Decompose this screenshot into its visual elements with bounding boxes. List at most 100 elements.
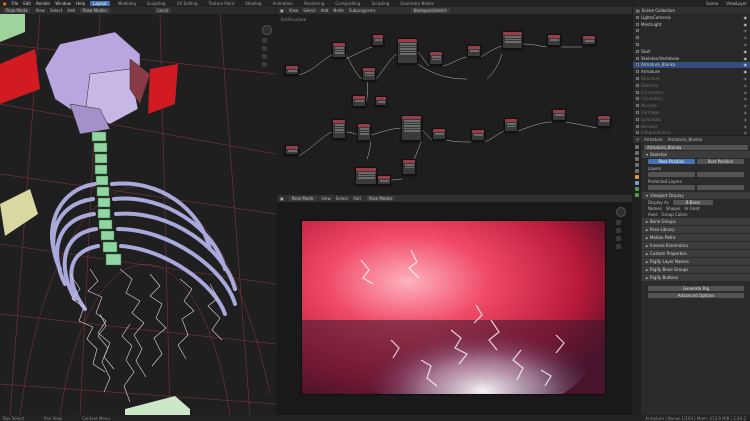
- node-18[interactable]: [471, 129, 485, 141]
- bone-tab-icon[interactable]: [635, 193, 639, 197]
- panel-collapsed[interactable]: ▸ Pose Library: [642, 226, 750, 233]
- exclude-checkbox[interactable]: [636, 83, 639, 87]
- exclude-checkbox[interactable]: [636, 111, 639, 115]
- outliner-item[interactable]: Structure ◉: [633, 75, 750, 82]
- tab-rendering[interactable]: Rendering: [301, 1, 327, 6]
- tab-uv-editing[interactable]: UV Editing: [174, 1, 201, 6]
- menu-window[interactable]: Window: [55, 1, 71, 6]
- visibility-eye-icon[interactable]: ◉: [744, 76, 750, 81]
- outliner-item[interactable]: Connectors ◉: [633, 89, 750, 96]
- node-9[interactable]: [547, 34, 561, 46]
- render-view[interactable]: ▣ Pose Mode View Select Add Pose Modes: [277, 195, 632, 415]
- node-10[interactable]: [582, 35, 596, 45]
- exclude-checkbox[interactable]: [636, 97, 639, 101]
- outliner-item[interactable]: Armature_Blanka ◉: [633, 61, 750, 69]
- node-22[interactable]: [355, 167, 377, 185]
- properties-editor[interactable]: ⚲ Armature Armature_Blanka Armature_Blan…: [633, 136, 750, 415]
- outliner-item[interactable]: Skull ◉: [633, 48, 750, 55]
- editor-type-icon[interactable]: ▣: [280, 196, 284, 201]
- node-24[interactable]: [402, 159, 416, 175]
- visibility-eye-icon[interactable]: ◉: [744, 103, 750, 108]
- advanced-options-button[interactable]: Advanced Options: [648, 293, 744, 298]
- node-21[interactable]: [597, 115, 611, 127]
- names-checkbox[interactable]: Names: [648, 206, 662, 211]
- menu-render[interactable]: Render: [36, 1, 50, 6]
- tool-tab-icon[interactable]: [635, 145, 639, 149]
- zoom-icon[interactable]: [262, 38, 267, 43]
- transform-orientation-dropdown[interactable]: Local: [154, 8, 171, 13]
- outliner-item[interactable]: Integumentary ◉: [633, 130, 750, 135]
- protected-grid-right[interactable]: [697, 185, 744, 190]
- pan-hand-icon[interactable]: [616, 228, 621, 233]
- outliner-item[interactable]: Nervous ◉: [633, 123, 750, 130]
- tab-compositing[interactable]: Compositing: [332, 1, 363, 6]
- node-5[interactable]: [397, 38, 418, 64]
- outliner-item[interactable]: Cartilage ◉: [633, 109, 750, 116]
- exclude-checkbox[interactable]: [636, 22, 639, 26]
- outliner-item[interactable]: Skeleton ◉: [633, 82, 750, 89]
- exclude-checkbox[interactable]: [636, 124, 639, 128]
- node-2[interactable]: [332, 42, 346, 58]
- visibility-eye-icon[interactable]: ◉: [744, 83, 750, 88]
- generate-rig-button[interactable]: Generate Rig: [648, 286, 744, 291]
- tab-scripting[interactable]: Scripting: [368, 1, 392, 6]
- panel-viewport-display[interactable]: ▾ Viewport Display: [642, 192, 750, 199]
- visibility-eye-icon[interactable]: ◉: [744, 124, 750, 129]
- exclude-checkbox[interactable]: [636, 90, 639, 94]
- display-as-dropdown[interactable]: B-Bone: [672, 199, 713, 205]
- visibility-eye-icon[interactable]: ◉: [744, 49, 750, 54]
- node-16[interactable]: [401, 115, 422, 141]
- node-15[interactable]: [357, 123, 371, 141]
- exclude-checkbox[interactable]: [636, 56, 639, 60]
- menu-edit[interactable]: Edit: [23, 1, 31, 6]
- axes-checkbox[interactable]: Axes: [648, 212, 658, 217]
- node-11[interactable]: [352, 95, 366, 107]
- exclude-checkbox[interactable]: [636, 63, 639, 67]
- visibility-eye-icon[interactable]: ◉: [744, 42, 750, 47]
- exclude-checkbox[interactable]: [636, 29, 639, 33]
- perspective-toggle-icon[interactable]: [616, 244, 621, 249]
- render-menu-select[interactable]: Select: [336, 196, 348, 201]
- outliner-item[interactable]: ◉: [633, 28, 750, 35]
- exclude-checkbox[interactable]: [636, 104, 639, 108]
- visibility-eye-icon[interactable]: ◉: [744, 35, 750, 40]
- render-pose-dropdown[interactable]: Pose Modes: [365, 196, 396, 201]
- render-menu-add[interactable]: Add: [353, 196, 361, 201]
- panel-collapsed[interactable]: ▸ Rigify Bone Groups: [642, 266, 750, 273]
- output-tab-icon[interactable]: [635, 157, 639, 161]
- outliner-item[interactable]: MeshLight ◉: [633, 21, 750, 28]
- navigation-gizmo-icon[interactable]: [262, 25, 272, 35]
- node-7[interactable]: [467, 45, 481, 57]
- visibility-eye-icon[interactable]: ◉: [744, 90, 750, 95]
- visibility-eye-icon[interactable]: ◉: [744, 117, 750, 122]
- tab-geometry-nodes[interactable]: Geometry Nodes: [397, 1, 437, 6]
- node-menu-view[interactable]: View: [289, 8, 299, 13]
- properties-context-object[interactable]: Armature: [644, 137, 663, 142]
- node-menu-subprograms[interactable]: Subprograms: [349, 8, 376, 13]
- node-8[interactable]: [502, 31, 523, 49]
- render-menu-view[interactable]: View: [321, 196, 331, 201]
- node-14[interactable]: [332, 119, 346, 139]
- node-4[interactable]: [372, 34, 384, 46]
- properties-context-data[interactable]: Armature_Blanka: [668, 137, 702, 142]
- node-6[interactable]: [429, 51, 443, 65]
- tab-sculpting[interactable]: Sculpting: [144, 1, 169, 6]
- exclude-checkbox[interactable]: [636, 36, 639, 40]
- zoom-icon[interactable]: [616, 220, 621, 225]
- panel-collapsed[interactable]: ▸ Inverse Kinematics: [642, 242, 750, 249]
- panel-collapsed[interactable]: ▸ Rigify Buttons: [642, 274, 750, 281]
- node-13[interactable]: [285, 145, 299, 155]
- tab-animation[interactable]: Animation: [270, 1, 296, 6]
- world-tab-icon[interactable]: [635, 169, 639, 173]
- modifier-tab-icon[interactable]: [635, 181, 639, 185]
- viewport-pose-dropdown[interactable]: Pose Modes: [80, 8, 110, 13]
- outliner-item[interactable]: Armature ◉: [633, 68, 750, 75]
- node-3[interactable]: [362, 67, 376, 81]
- exclude-checkbox[interactable]: [636, 77, 639, 81]
- node-menu-select[interactable]: Select: [303, 8, 315, 13]
- node-12[interactable]: [375, 96, 387, 106]
- node-menu-add[interactable]: Add: [321, 8, 329, 13]
- visibility-eye-icon[interactable]: ◉: [744, 56, 750, 61]
- visibility-eye-icon[interactable]: ◉: [744, 28, 750, 33]
- exclude-checkbox[interactable]: [636, 70, 639, 74]
